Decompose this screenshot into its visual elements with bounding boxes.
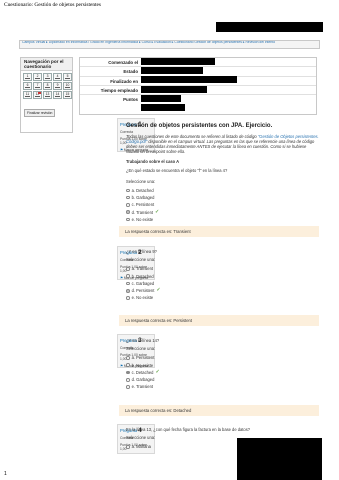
answer-option[interactable]: c. Detached ✓ xyxy=(126,369,319,376)
radio-button[interactable] xyxy=(126,377,130,382)
radio-button[interactable] xyxy=(126,210,130,215)
correct-check-icon: ✓ xyxy=(155,368,160,375)
answer-option[interactable]: b. Garbaged xyxy=(126,194,319,201)
redaction-bar xyxy=(237,438,322,480)
flag-icon: ⚑ xyxy=(120,148,123,152)
nav-question-button[interactable]: 3 xyxy=(43,73,52,81)
radio-button[interactable] xyxy=(126,370,130,375)
redaction-bar xyxy=(141,95,181,102)
radio-button[interactable] xyxy=(126,296,130,300)
quiz-navigation: Navegación por el cuestionario 1 2 3 4 5… xyxy=(20,57,73,133)
redaction-bar xyxy=(141,58,215,65)
nav-question-button[interactable]: 14 xyxy=(53,91,62,99)
question-text: ¿Y en la línea 9? xyxy=(126,249,157,254)
correct-answer-feedback: La respuesta correcta es: Persistent xyxy=(119,315,319,326)
question-intro: Todas las cuestiones de este documento s… xyxy=(126,134,319,155)
page-number: 1 xyxy=(4,471,7,477)
nav-question-button[interactable]: 10 xyxy=(63,82,72,90)
redaction-bar xyxy=(141,67,203,74)
nav-question-button[interactable]: 11 xyxy=(23,91,32,99)
quiz-navigation-grid: 1 2 3 4 5 6 7 8 9 10 11 12 13 14 15 xyxy=(21,71,72,101)
nav-question-button[interactable]: 12 xyxy=(33,91,42,99)
quiz-navigation-title: Navegación por el cuestionario xyxy=(21,58,72,71)
question-1-content: Gestión de objetos persistentes con JPA.… xyxy=(126,123,319,223)
radio-button[interactable] xyxy=(126,281,130,286)
answer-option[interactable]: a. Detached xyxy=(126,187,319,194)
radio-button[interactable] xyxy=(126,288,130,293)
answer-option[interactable]: d. Garbaged xyxy=(126,376,319,383)
page-title: Cuestionario: Gestión de objetos persist… xyxy=(4,2,102,8)
radio-button[interactable] xyxy=(126,385,130,389)
summary-label: Tiempo empleado xyxy=(100,87,138,93)
nav-question-button[interactable]: 15 xyxy=(63,91,72,99)
answer-option[interactable]: d. Transient ✓ xyxy=(126,209,319,216)
flag-icon: ⚑ xyxy=(120,276,123,280)
answer-option[interactable]: a. Transient xyxy=(126,265,319,272)
answer-option[interactable]: c. Garbaged xyxy=(126,280,319,287)
nav-question-button[interactable]: 1 xyxy=(23,73,32,81)
radio-button[interactable] xyxy=(126,188,130,193)
correct-answer-feedback: La respuesta correcta es: Detached xyxy=(119,405,319,416)
nav-question-button[interactable]: 9 xyxy=(53,82,62,90)
radio-button[interactable] xyxy=(126,356,130,360)
summary-label: Puntos xyxy=(123,97,138,103)
nav-question-button[interactable]: 5 xyxy=(63,73,72,81)
summary-row: Puntos xyxy=(80,95,316,104)
question-3-content: ¿Y en la línea 14? Seleccione una: a. Pe… xyxy=(126,338,319,391)
question-text: ¿Y en la línea 14? xyxy=(126,338,160,343)
summary-label: Finalizado en xyxy=(110,78,138,84)
flag-icon: ⚑ xyxy=(120,364,123,368)
answer-option[interactable]: a. Persistent xyxy=(126,354,319,361)
question-text: ¿En qué estado se encuentra el objeto "f… xyxy=(126,167,228,173)
summary-label: Estado xyxy=(123,69,138,75)
nav-question-button[interactable]: 6 xyxy=(23,82,32,90)
question-title: Gestión de objetos persistentes con JPA.… xyxy=(126,123,273,129)
correct-answer-feedback: La respuesta correcta es: Transient xyxy=(119,226,319,237)
answer-option[interactable]: e. No existe xyxy=(126,216,319,223)
select-prompt: Seleccione una: xyxy=(126,346,156,352)
nav-question-button[interactable]: 7 xyxy=(33,82,42,90)
radio-button[interactable] xyxy=(126,203,130,207)
answer-option[interactable]: d. Persistent ✓ xyxy=(126,287,319,294)
nav-question-button[interactable]: 13 xyxy=(43,91,52,99)
correct-check-icon: ✓ xyxy=(156,287,161,294)
question-text: En la línea 13, ¿con qué fecha figura la… xyxy=(126,427,251,432)
case-heading: Trabajando sobre el caso A xyxy=(126,159,180,165)
breadcrumb[interactable]: Campus Virtual ▸ Diplomado en Informátic… xyxy=(19,40,320,49)
radio-button[interactable] xyxy=(126,267,130,271)
answer-option[interactable]: e. No existe xyxy=(126,294,319,301)
redaction-bar xyxy=(141,86,207,93)
redaction-bar xyxy=(216,22,323,32)
answer-option[interactable]: b. Detached xyxy=(126,272,319,279)
radio-button[interactable] xyxy=(126,274,130,278)
finish-review-button[interactable]: Finalizar revisión xyxy=(24,109,56,117)
redaction-bar xyxy=(141,104,185,111)
redaction-bar xyxy=(141,76,237,83)
summary-label: Comenzado el xyxy=(108,60,138,65)
question-2-content: ¿Y en la línea 9? Seleccione una: a. Tra… xyxy=(126,249,319,302)
nav-question-button[interactable]: 2 xyxy=(33,73,42,81)
radio-button[interactable] xyxy=(126,195,130,200)
answer-option[interactable]: b. No existe xyxy=(126,361,319,368)
correct-check-icon: ✓ xyxy=(154,208,160,215)
select-prompt: Seleccione una: xyxy=(126,178,156,184)
select-prompt: Seleccione una: xyxy=(126,257,156,263)
radio-button[interactable] xyxy=(126,445,130,449)
radio-button[interactable] xyxy=(126,363,130,367)
answer-option[interactable]: c. Persistent xyxy=(126,201,319,208)
nav-question-button[interactable]: 4 xyxy=(53,73,62,81)
radio-button[interactable] xyxy=(126,217,130,222)
nav-question-button[interactable]: 8 xyxy=(43,82,52,90)
answer-option[interactable]: e. Transient xyxy=(126,383,319,390)
